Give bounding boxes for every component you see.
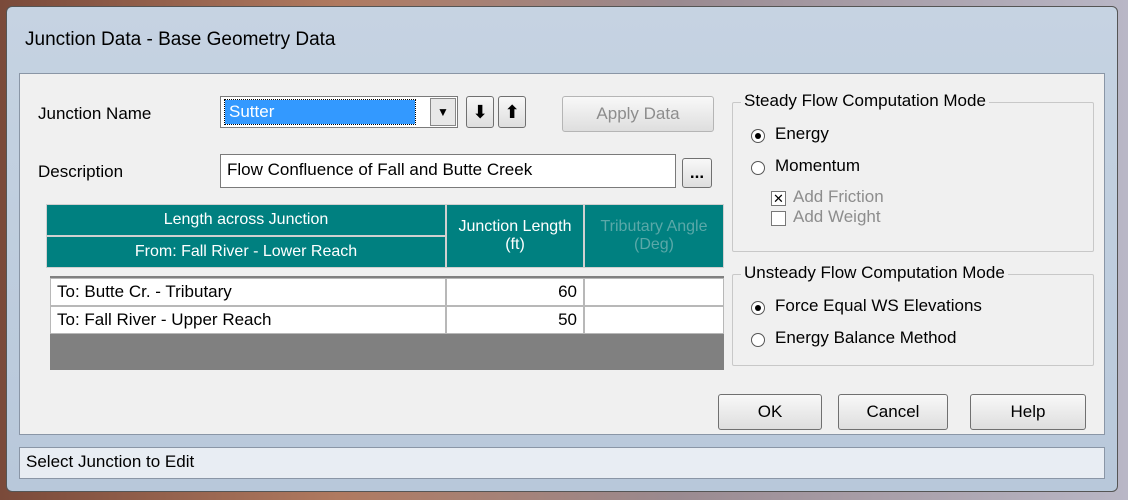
energy-balance-radio[interactable] bbox=[751, 333, 765, 347]
description-edit-button[interactable]: ... bbox=[682, 158, 712, 188]
grid-header-from: From: Fall River - Lower Reach bbox=[46, 236, 446, 268]
cancel-button[interactable]: Cancel bbox=[838, 394, 948, 430]
chevron-down-icon[interactable]: ▼ bbox=[430, 98, 456, 126]
previous-junction-button[interactable]: ⬆ bbox=[498, 96, 526, 128]
ok-button[interactable]: OK bbox=[718, 394, 822, 430]
grid-header-tributary-angle: Tributary Angle (Deg) bbox=[584, 204, 724, 268]
description-field[interactable]: Flow Confluence of Fall and Butte Creek bbox=[220, 154, 676, 188]
force-equal-ws-label: Force Equal WS Elevations bbox=[775, 296, 982, 315]
window-title: Junction Data - Base Geometry Data bbox=[25, 29, 336, 50]
table-row-to[interactable]: To: Fall River - Upper Reach bbox=[50, 306, 446, 334]
table-row-to[interactable]: To: Butte Cr. - Tributary bbox=[50, 278, 446, 306]
next-junction-button[interactable]: ⬇ bbox=[466, 96, 494, 128]
help-button[interactable]: Help bbox=[970, 394, 1086, 430]
arrow-down-icon: ⬇ bbox=[472, 101, 488, 122]
force-equal-ws-radio[interactable] bbox=[751, 301, 765, 315]
energy-label: Energy bbox=[775, 124, 829, 143]
momentum-label: Momentum bbox=[775, 156, 861, 175]
add-friction-checkbox: ✕ bbox=[771, 191, 786, 206]
table-row-angle[interactable] bbox=[584, 306, 724, 334]
table-row-length[interactable]: 60 bbox=[446, 278, 584, 306]
energy-balance-label: Energy Balance Method bbox=[775, 328, 957, 347]
add-weight-label: Add Weight bbox=[793, 207, 881, 226]
grid-header-length: Length across Junction bbox=[46, 204, 446, 236]
junction-data-window: Junction Data - Base Geometry Data Junct… bbox=[6, 6, 1118, 492]
steady-flow-mode-title: Steady Flow Computation Mode bbox=[741, 91, 989, 111]
add-weight-checkbox bbox=[771, 211, 786, 226]
energy-radio[interactable] bbox=[751, 129, 765, 143]
apply-data-button[interactable]: Apply Data bbox=[562, 96, 714, 132]
junction-name-dropdown[interactable]: Sutter ▼ bbox=[220, 96, 458, 128]
steady-flow-mode-group: Steady Flow Computation Mode Energy Mome… bbox=[732, 91, 1094, 252]
unsteady-flow-mode-group: Unsteady Flow Computation Mode Force Equ… bbox=[732, 263, 1094, 366]
grid-header-junction-length: Junction Length (ft) bbox=[446, 204, 584, 268]
unsteady-flow-mode-title: Unsteady Flow Computation Mode bbox=[741, 263, 1008, 283]
status-bar: Select Junction to Edit bbox=[19, 447, 1105, 479]
table-row-length[interactable]: 50 bbox=[446, 306, 584, 334]
description-label: Description bbox=[38, 162, 124, 181]
table-row-angle[interactable] bbox=[584, 278, 724, 306]
momentum-radio[interactable] bbox=[751, 161, 765, 175]
arrow-up-icon: ⬆ bbox=[504, 101, 520, 122]
dialog-client-area: Junction Name Sutter ▼ ⬇ ⬆ Apply Data De… bbox=[19, 73, 1105, 435]
junction-name-value: Sutter bbox=[224, 99, 416, 125]
add-friction-label: Add Friction bbox=[793, 187, 884, 206]
junction-name-label: Junction Name bbox=[38, 104, 152, 123]
